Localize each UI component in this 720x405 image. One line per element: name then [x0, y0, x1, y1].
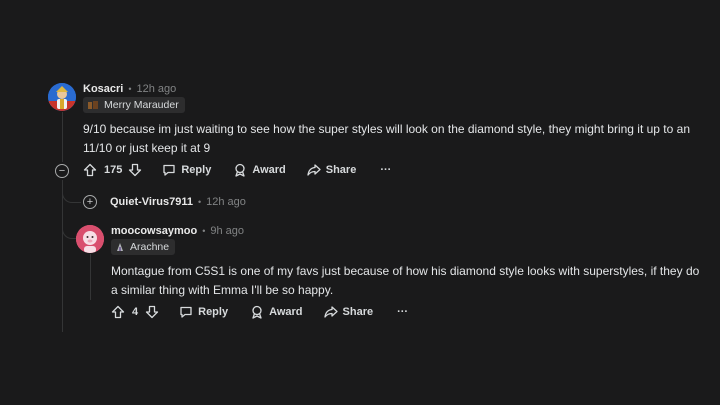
user-flair: Arachne [111, 239, 176, 255]
separator-dot: • [202, 226, 206, 236]
more-icon[interactable]: ··· [380, 164, 391, 176]
flair-text: Merry Marauder [104, 99, 179, 111]
avatar-image [48, 83, 76, 111]
separator-dot: • [128, 84, 132, 94]
flair-icon [87, 100, 99, 110]
comment-body: Montague from C5S1 is one of my favs jus… [111, 264, 700, 297]
comment-meta: Quiet-Virus7911 • 12h ago [110, 196, 246, 208]
award-button[interactable]: Award [250, 305, 303, 319]
share-icon [323, 305, 338, 319]
comment-actions: 4 Reply Award Share ··· [111, 305, 408, 319]
award-button[interactable]: Award [233, 163, 286, 177]
award-label: Award [252, 164, 286, 176]
thread-connector [62, 222, 77, 239]
upvote-icon[interactable] [111, 305, 125, 319]
more-icon[interactable]: ··· [397, 306, 408, 318]
timestamp[interactable]: 12h ago [137, 83, 177, 95]
comment-body: 9/10 because im just waiting to see how … [83, 122, 690, 155]
collapse-icon[interactable]: − [55, 164, 69, 178]
avatar[interactable] [48, 83, 76, 111]
reply-icon [179, 305, 193, 319]
username[interactable]: moocowsaymoo [111, 225, 197, 237]
flair-text: Arachne [130, 241, 170, 253]
reply-label: Reply [181, 164, 212, 176]
reply-label: Reply [198, 306, 229, 318]
downvote-icon[interactable] [145, 305, 159, 319]
avatar-image [76, 225, 104, 253]
thread-connector [62, 190, 81, 203]
comment-actions: 175 Reply Award Share ··· [83, 163, 391, 177]
award-icon [250, 305, 264, 319]
share-icon [307, 163, 321, 177]
share-button[interactable]: Share [323, 305, 374, 319]
comment-thread: Kosacri • 12h ago Merry Marauder 9/10 be… [0, 0, 720, 405]
reply-button[interactable]: Reply [162, 163, 211, 177]
thread-line[interactable] [62, 112, 63, 162]
username[interactable]: Kosacri [83, 83, 123, 95]
expand-icon[interactable]: + [83, 195, 97, 209]
award-label: Award [269, 306, 303, 318]
share-label: Share [342, 306, 374, 318]
vote-score: 4 [132, 306, 139, 318]
comment-meta: Kosacri • 12h ago [83, 83, 176, 95]
thread-line[interactable] [62, 180, 63, 332]
avatar[interactable] [76, 225, 104, 253]
share-label: Share [325, 164, 357, 176]
reply-icon [162, 163, 176, 177]
user-flair: Merry Marauder [83, 97, 185, 113]
separator-dot: • [197, 197, 202, 207]
thread-line[interactable] [90, 254, 91, 300]
comment-meta: moocowsaymoo • 9h ago [111, 225, 244, 237]
timestamp[interactable]: 9h ago [210, 225, 244, 237]
award-icon [233, 163, 247, 177]
reply-button[interactable]: Reply [179, 305, 228, 319]
upvote-icon[interactable] [83, 163, 97, 177]
vote-score: 175 [104, 164, 123, 176]
share-button[interactable]: Share [307, 163, 357, 177]
downvote-icon[interactable] [128, 163, 142, 177]
timestamp[interactable]: 12h ago [206, 196, 246, 208]
username[interactable]: Quiet-Virus7911 [110, 196, 193, 208]
flair-icon [115, 242, 125, 252]
